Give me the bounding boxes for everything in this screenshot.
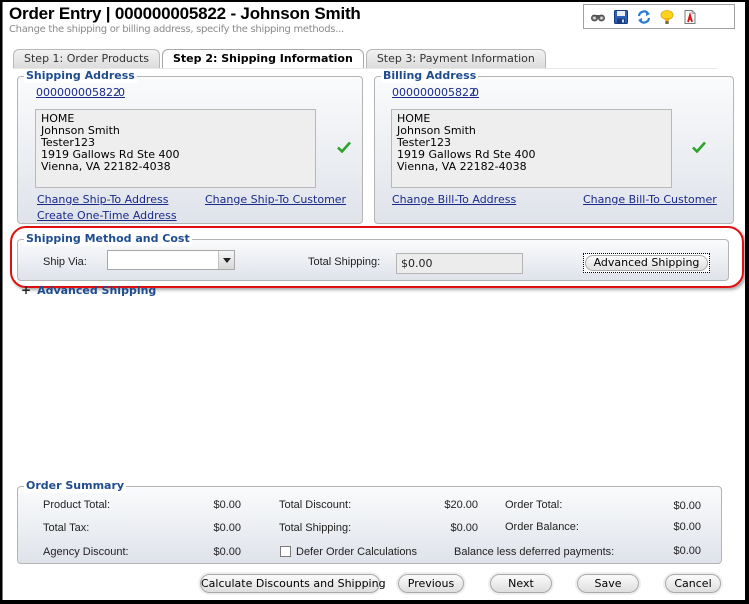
- shipping-address-legend: Shipping Address: [24, 69, 137, 83]
- save-button[interactable]: Save: [577, 574, 639, 593]
- bill-address-line: Vienna, VA 22182-4038: [397, 160, 527, 173]
- balance-less-deferred-label: Balance less deferred payments:: [454, 546, 615, 558]
- shipping-address-panel: Shipping Address 000000005822 0 HOME Joh…: [17, 69, 363, 224]
- defer-order-calculations-checkbox[interactable]: [280, 546, 291, 557]
- advanced-shipping-button[interactable]: Advanced Shipping: [583, 253, 710, 273]
- ship-address-line: Vienna, VA 22182-4038: [41, 160, 171, 173]
- previous-button[interactable]: Previous: [398, 574, 464, 593]
- order-total-value: $0.00: [673, 500, 701, 512]
- bill-verified-check-icon: [692, 141, 706, 154]
- balance-less-deferred-value: $0.00: [673, 545, 701, 557]
- next-button[interactable]: Next: [490, 574, 552, 593]
- tab-order-products[interactable]: Step 1: Order Products: [13, 49, 160, 68]
- calculate-discounts-shipping-button[interactable]: Calculate Discounts and Shipping: [200, 574, 386, 593]
- binoculars-icon[interactable]: [590, 9, 606, 25]
- change-ship-to-address-link[interactable]: Change Ship-To Address: [37, 193, 168, 206]
- order-balance-label: Order Balance:: [505, 521, 579, 533]
- expand-plus-icon[interactable]: +: [21, 283, 31, 297]
- total-shipping-label: Total Shipping:: [308, 256, 381, 268]
- ship-customer-id-link[interactable]: 000000005822: [36, 86, 120, 99]
- change-bill-to-address-link[interactable]: Change Bill-To Address: [392, 193, 516, 206]
- billing-address-legend: Billing Address: [381, 69, 479, 83]
- ship-via-select[interactable]: [107, 250, 235, 270]
- page-title: Order Entry | 000000005822 - Johnson Smi…: [9, 4, 361, 23]
- summary-total-shipping-label: Total Shipping:: [279, 522, 352, 534]
- toolbar: [583, 4, 735, 29]
- product-total-label: Product Total:: [43, 499, 111, 511]
- product-total-value: $0.00: [213, 499, 241, 511]
- save-disk-icon[interactable]: [613, 9, 629, 25]
- advanced-shipping-section-label: Advanced Shipping: [37, 283, 157, 297]
- agency-discount-label: Agency Discount:: [43, 546, 129, 558]
- step-tabs: Step 1: Order Products Step 2: Shipping …: [13, 49, 546, 69]
- billing-address-panel: Billing Address 000000005822 0 HOME John…: [374, 69, 734, 224]
- total-discount-value: $20.00: [444, 499, 478, 511]
- agency-discount-value: $0.00: [213, 546, 241, 558]
- shipping-method-legend: Shipping Method and Cost: [24, 232, 192, 246]
- order-summary-legend: Order Summary: [24, 479, 127, 493]
- cancel-button[interactable]: Cancel: [665, 574, 721, 593]
- total-tax-value: $0.00: [213, 522, 241, 534]
- bill-customer-id-link[interactable]: 000000005822: [392, 86, 476, 99]
- defer-order-calculations-label: Defer Order Calculations: [296, 546, 418, 558]
- refresh-icon[interactable]: [636, 9, 652, 25]
- report-icon[interactable]: [682, 9, 698, 25]
- order-entry-window: Order Entry | 000000005822 - Johnson Smi…: [2, 2, 745, 600]
- total-tax-label: Total Tax:: [43, 522, 90, 534]
- advanced-shipping-button-label: Advanced Shipping: [585, 255, 708, 271]
- bill-address-id-link[interactable]: 0: [472, 86, 479, 99]
- lightbulb-icon[interactable]: [659, 9, 675, 25]
- bill-address-box: HOME Johnson Smith Tester123 1919 Gallow…: [391, 109, 672, 188]
- total-discount-label: Total Discount:: [279, 499, 352, 511]
- total-shipping-field: $0.00: [396, 253, 523, 274]
- create-one-time-address-link[interactable]: Create One-Time Address: [37, 209, 177, 222]
- chevron-down-icon[interactable]: [218, 251, 234, 269]
- tab-shipping-information[interactable]: Step 2: Shipping Information: [162, 49, 364, 69]
- order-balance-value: $0.00: [673, 521, 701, 533]
- ship-address-id-link[interactable]: 0: [118, 86, 125, 99]
- ship-address-box: HOME Johnson Smith Tester123 1919 Gallow…: [35, 109, 316, 188]
- page-subtitle: Change the shipping or billing address, …: [9, 24, 344, 35]
- order-total-label: Order Total:: [505, 499, 563, 511]
- advanced-shipping-toggle[interactable]: + Advanced Shipping: [21, 283, 156, 297]
- change-bill-to-customer-link[interactable]: Change Bill-To Customer: [583, 193, 717, 206]
- summary-total-shipping-value: $0.00: [450, 522, 478, 534]
- ship-via-label: Ship Via:: [43, 256, 87, 268]
- tab-payment-information[interactable]: Step 3: Payment Information: [365, 49, 546, 68]
- change-ship-to-customer-link[interactable]: Change Ship-To Customer: [205, 193, 346, 206]
- ship-verified-check-icon: [337, 141, 351, 154]
